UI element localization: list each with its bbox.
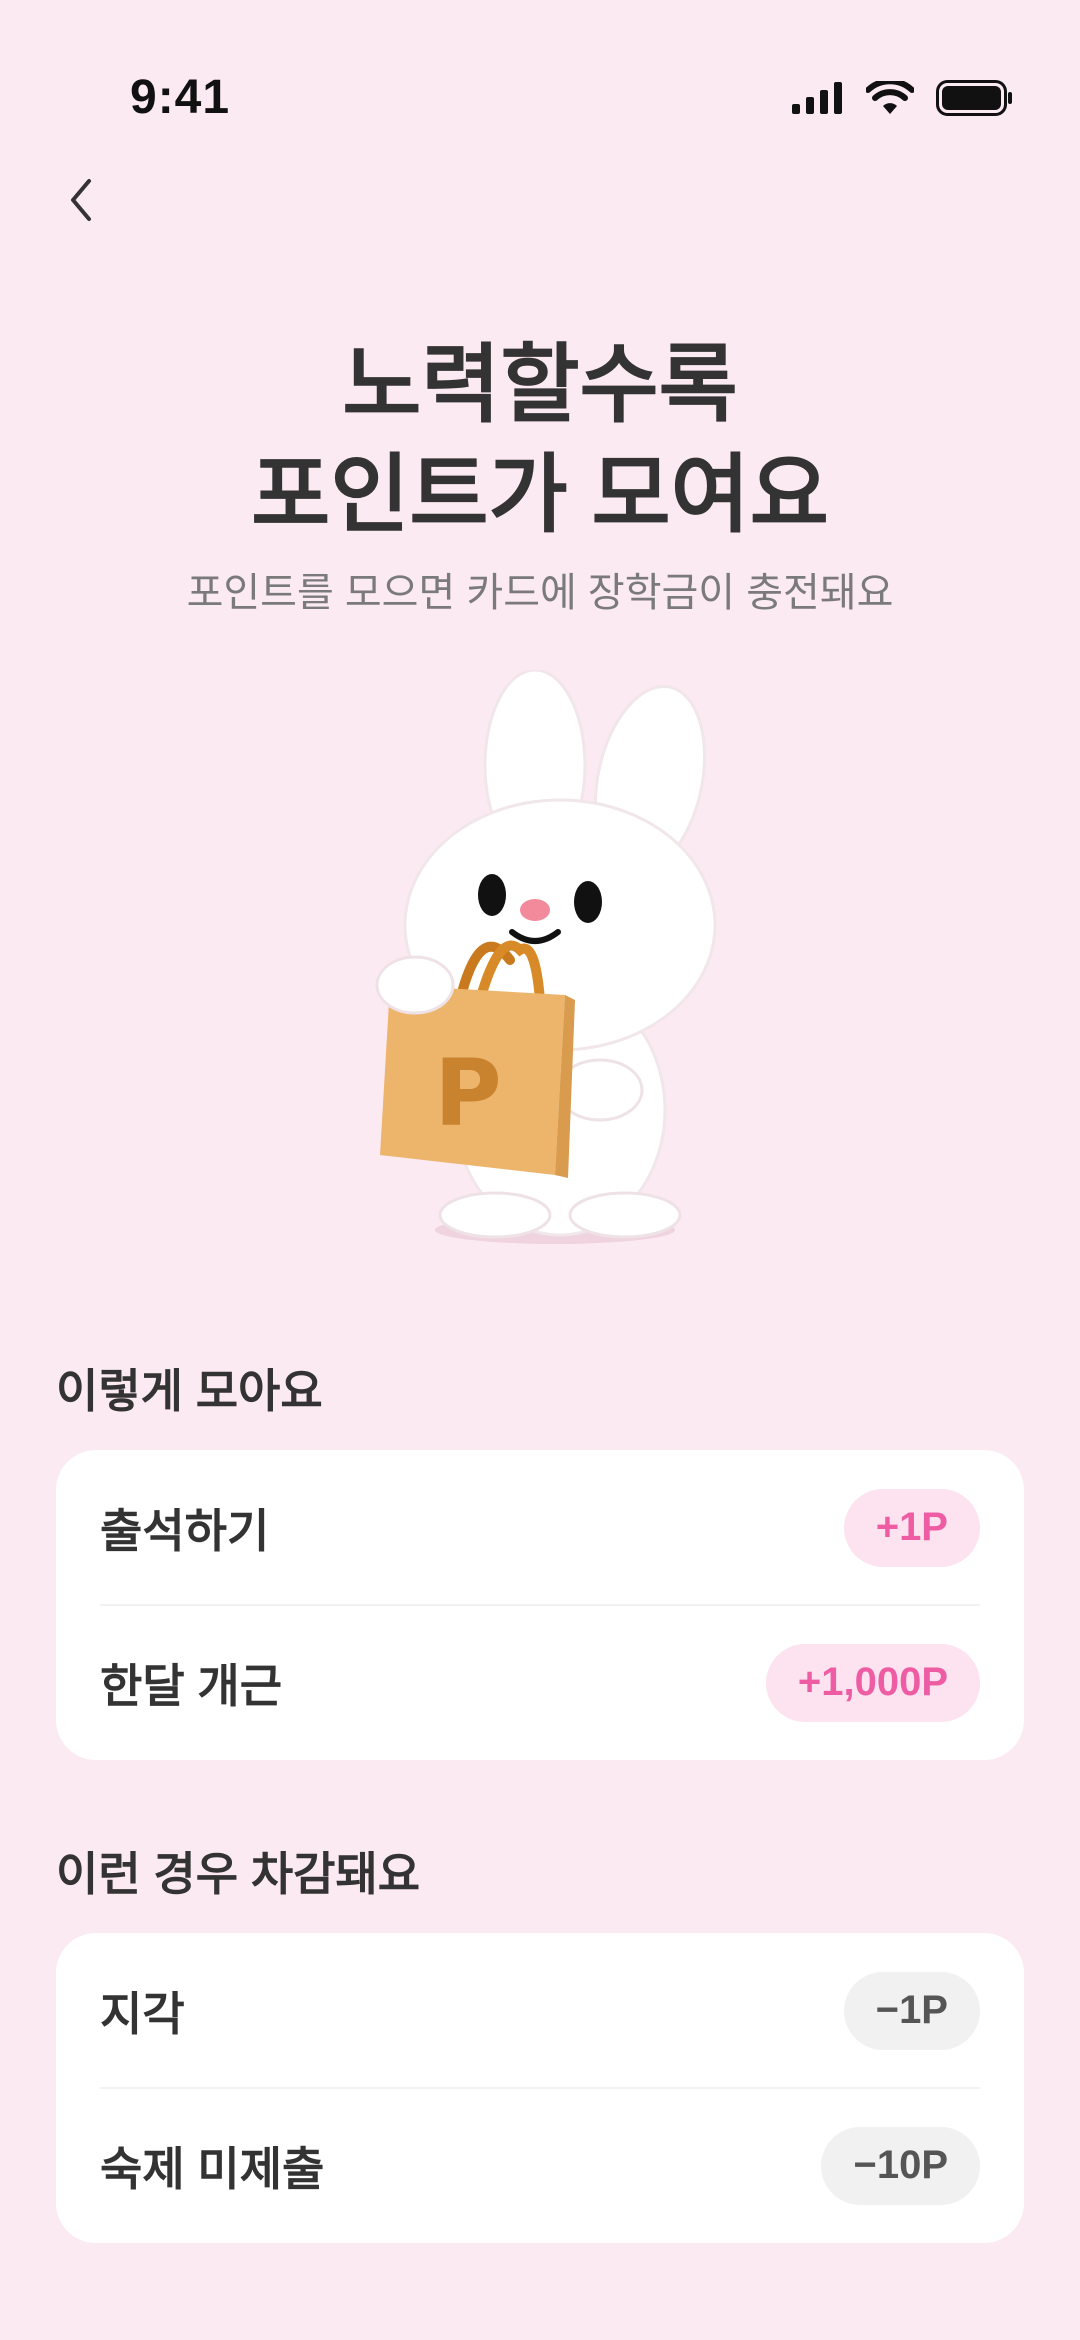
earn-card: 출석하기 +1P 한달 개근 +1,000P	[56, 1450, 1024, 1760]
deduct-card: 지각 −1P 숙제 미제출 −10P	[56, 1933, 1024, 2243]
battery-icon	[936, 80, 1012, 116]
points-badge: +1,000P	[765, 1643, 980, 1722]
points-badge: −1P	[843, 1971, 980, 2050]
list-item: 출석하기 +1P	[100, 1450, 980, 1605]
points-info-screen: 9:41 노력할수록 포인트가 모여요 포인트를 모으면 카드에 장학금이 충전…	[0, 0, 1080, 2340]
page-title: 노력할수록 포인트가 모여요	[0, 330, 1080, 550]
page-title-line-2: 포인트가 모여요	[251, 447, 829, 543]
back-button[interactable]	[50, 170, 110, 230]
status-time: 9:41	[130, 71, 231, 124]
earn-item-label: 출석하기	[100, 1504, 270, 1557]
earn-section-title: 이렇게 모아요	[56, 1365, 323, 1417]
wifi-icon	[866, 81, 914, 114]
status-bar: 9:41	[0, 0, 1080, 160]
deduct-item-label: 숙제 미제출	[100, 2142, 325, 2195]
page-subtitle: 포인트를 모으면 카드에 장학금이 충전돼요	[186, 571, 894, 615]
page-title-line-1: 노력할수록	[342, 337, 738, 433]
earn-item-label: 한달 개근	[100, 1659, 283, 1712]
list-item: 한달 개근 +1,000P	[100, 1605, 980, 1760]
points-badge: −10P	[821, 2126, 980, 2205]
list-item: 지각 −1P	[100, 1933, 980, 2088]
status-icons	[792, 78, 1014, 118]
deduct-item-label: 지각	[100, 1987, 185, 2040]
list-item: 숙제 미제출 −10P	[100, 2088, 980, 2243]
rabbit-mascot-illustration: P	[375, 670, 717, 1244]
cellular-signal-icon	[792, 82, 842, 114]
bag-letter: P	[434, 1040, 501, 1147]
points-badge: +1P	[843, 1488, 980, 1567]
back-chevron-icon	[71, 179, 91, 221]
deduct-section-title: 이런 경우 차감돼요	[56, 1848, 421, 1900]
